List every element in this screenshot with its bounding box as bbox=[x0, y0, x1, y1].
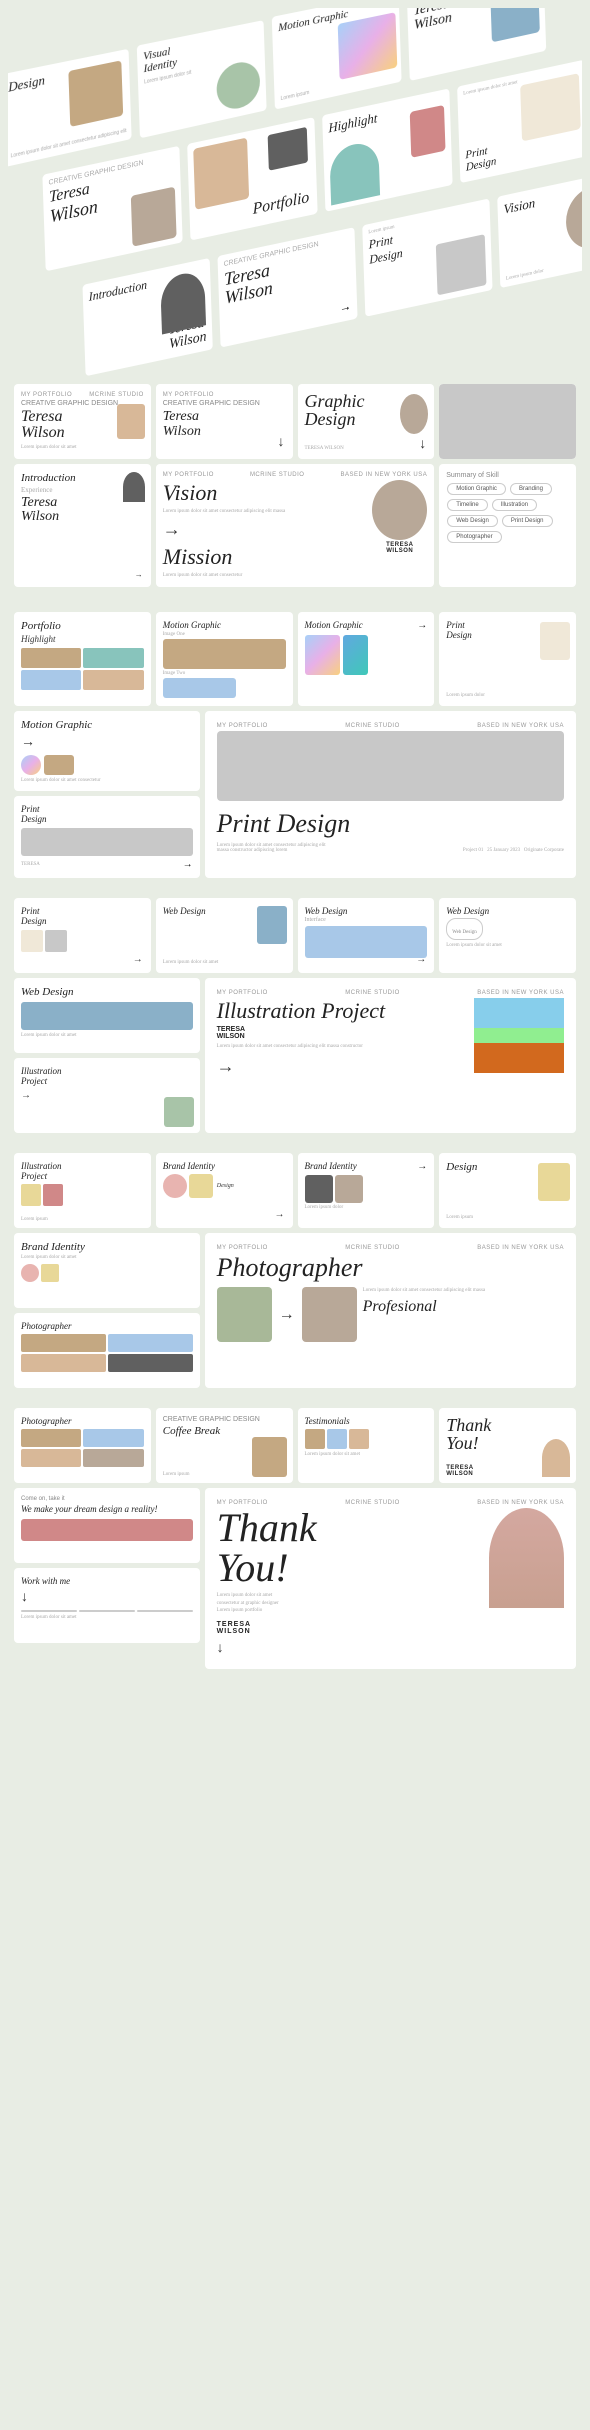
row-teresa-top: My Portfolio McRine Studio CREATIVE GRAP… bbox=[14, 384, 576, 459]
row-thankyou: Come on, take it We make your dream desi… bbox=[14, 1488, 576, 1669]
photographer-img2 bbox=[302, 1287, 357, 1342]
section-5: Photographer CREATIVE GRAPHIC DESIGN Cof… bbox=[8, 1402, 582, 1675]
section-4: IllustrationProject Lorem ipsum Brand Id… bbox=[8, 1147, 582, 1394]
slide-design-sm: Design Lorem ipsum bbox=[439, 1153, 576, 1228]
iso-motion-img bbox=[338, 12, 398, 80]
gd-photo bbox=[400, 394, 428, 434]
slide-motion-large-left: Motion Graphic → Lorem ipsum dolor sit a… bbox=[14, 711, 200, 791]
slide-web-design-2: Web Design Interface → bbox=[298, 898, 435, 973]
row-photographer: Brand Identity Lorem ipsum dolor sit ame… bbox=[14, 1233, 576, 1388]
iso-card-print2: Lorem ipsum PrintDesign bbox=[362, 198, 492, 316]
slide-brand-identity-1: Brand Identity → Design bbox=[156, 1153, 293, 1228]
section-2: Portfolio Highlight Motion Graphic Image… bbox=[8, 606, 582, 884]
slide-thankyou-sm: ThankYou! TERESAWILSON bbox=[439, 1408, 576, 1483]
slide-vision-large: My Portfolio McRine Studio Based in New … bbox=[156, 464, 435, 587]
slide-photo-gray bbox=[439, 384, 576, 459]
iso-section: Design Lorem ipsum dolor sit amet consec… bbox=[8, 8, 582, 378]
slide-motion-sm: Motion Graphic Image One Image Two bbox=[156, 612, 293, 706]
row-motion-print: Portfolio Highlight Motion Graphic Image… bbox=[14, 612, 576, 706]
motion-grad-img bbox=[305, 635, 340, 675]
slide-print-design-large: My Portfolio McRine Studio Based in New … bbox=[205, 711, 576, 878]
iso-teresa2-img bbox=[131, 187, 177, 247]
print-large-img bbox=[217, 731, 564, 801]
slide-web-design-3: Web Design Web Design Lorem ipsum dolor … bbox=[439, 898, 576, 973]
slide-illustration-left: IllustrationProject → bbox=[14, 1058, 200, 1133]
photographer-img1 bbox=[217, 1287, 272, 1342]
coffee-photo bbox=[252, 1437, 287, 1477]
slide-creative-gd: My Portfolio CREATIVE GRAPHIC DESIGN Ter… bbox=[156, 384, 293, 459]
row-photographer-thankyou: Photographer CREATIVE GRAPHIC DESIGN Cof… bbox=[14, 1408, 576, 1483]
row-web-design: PrintDesign → Web Design Lorem ipsum dol… bbox=[14, 898, 576, 973]
slide-thankyou-large: My Portfolio McRine Studio Based in New … bbox=[205, 1488, 576, 1669]
iso-print2-img bbox=[436, 234, 487, 295]
print-sm-img bbox=[540, 622, 570, 660]
web-left-img bbox=[21, 1002, 193, 1030]
slide-introduction: Introduction Experience TeresaWilson → bbox=[14, 464, 151, 587]
section-1: My Portfolio McRine Studio CREATIVE GRAP… bbox=[8, 378, 582, 598]
slide-motion-gradient: Motion Graphic → bbox=[298, 612, 435, 706]
iso-card-motion: Motion Graphic Lorem ipsum bbox=[272, 8, 402, 110]
iso-card-visual-identity: Visual Identity Lorem ipsum dolor sit bbox=[137, 20, 267, 138]
web-design-phone bbox=[257, 906, 287, 944]
gray-photo bbox=[439, 384, 576, 459]
row-motion-print-large: Motion Graphic → Lorem ipsum dolor sit a… bbox=[14, 711, 576, 878]
motion-grad-img2 bbox=[343, 635, 368, 675]
motion-sm-img bbox=[163, 639, 286, 669]
slide-skill-summary: Summary of Skill Motion Graphic Branding… bbox=[439, 464, 576, 587]
slide-illustration-large: My Portfolio McRine Studio Based in New … bbox=[205, 978, 576, 1133]
slide-photographer-left: Photographer bbox=[14, 1313, 200, 1388]
iso-print-img bbox=[520, 73, 581, 141]
slide-print-sm-2: PrintDesign → bbox=[14, 898, 151, 973]
slide-web-design-1: Web Design Lorem ipsum dolor sit amet bbox=[156, 898, 293, 973]
row-vision-mission: Introduction Experience TeresaWilson → M… bbox=[14, 464, 576, 587]
illustration-photo bbox=[474, 998, 564, 1073]
slide-teresa-intro: My Portfolio McRine Studio CREATIVE GRAP… bbox=[14, 384, 151, 459]
slide-photographer-sm: Photographer bbox=[14, 1408, 151, 1483]
interface-img bbox=[305, 926, 428, 958]
iso-card-print: Lorem ipsum dolor sit amet PrintDesign bbox=[457, 60, 582, 183]
slide-coffee-break: CREATIVE GRAPHIC DESIGN Coffee Break Lor… bbox=[156, 1408, 293, 1483]
iso-highlight-img bbox=[329, 139, 380, 205]
iso-card-highlight: Highlight bbox=[322, 88, 453, 211]
iso-card-portfolio: Portfolio bbox=[187, 117, 318, 240]
slide-graphic-design: GraphicDesign TERESA WILSON ↓ bbox=[298, 384, 435, 459]
slide-testimonials: Testimonials Lorem ipsum dolor sit amet bbox=[298, 1408, 435, 1483]
iso-highlight-img2 bbox=[410, 105, 446, 158]
slide-portfolio-highlight: Portfolio Highlight bbox=[14, 612, 151, 706]
slide-web-design-left: Web Design Lorem ipsum dolor sit amet bbox=[14, 978, 200, 1053]
iso-card-vision: Vision Lorem ipsum dolor bbox=[497, 170, 582, 288]
row-illustration: Web Design Lorem ipsum dolor sit amet Il… bbox=[14, 978, 576, 1133]
iso-teresa-img bbox=[490, 8, 540, 42]
iso-portfolio-img bbox=[193, 138, 249, 210]
thankyou-portrait bbox=[489, 1508, 564, 1608]
motion-sm-img2 bbox=[163, 678, 237, 698]
slide-photographer-large: My Portfolio McRine Studio Based in New … bbox=[205, 1233, 576, 1388]
slide-brand-identity-2: Brand Identity → Lorem ipsum dolor bbox=[298, 1153, 435, 1228]
iso-card-teresa: We make your design a reality TeresaWils… bbox=[407, 8, 547, 81]
slide-dream: Come on, take it We make your dream desi… bbox=[14, 1488, 200, 1563]
iso-card-teresa2: CREATIVE GRAPHIC DESIGN TeresaWilson bbox=[42, 146, 182, 272]
slide-header-1: My Portfolio McRine Studio bbox=[21, 392, 144, 398]
intro-photo bbox=[123, 472, 145, 502]
slide-illustration-sm: IllustrationProject Lorem ipsum bbox=[14, 1153, 151, 1228]
design-photo bbox=[538, 1163, 570, 1201]
teresa-intro-photo bbox=[117, 404, 145, 439]
slide-print-design-sm: PrintDesign Lorem ipsum dolor bbox=[439, 612, 576, 706]
iso-card-intro: Introduction TeresaWilson bbox=[82, 258, 212, 376]
iso-design-img bbox=[68, 60, 123, 127]
slide-work-with-me: Work with me ↓ Lorem ipsum dolor sit ame… bbox=[14, 1568, 200, 1643]
iso-card-design: Design Lorem ipsum dolor sit amet consec… bbox=[8, 49, 132, 167]
iso-portfolio-img2 bbox=[268, 127, 308, 171]
slide-brand-left: Brand Identity Lorem ipsum dolor sit ame… bbox=[14, 1233, 200, 1308]
main-container: Design Lorem ipsum dolor sit amet consec… bbox=[0, 0, 590, 1691]
row-brand-identity: IllustrationProject Lorem ipsum Brand Id… bbox=[14, 1153, 576, 1228]
iso-card-teresa3: CREATIVE GRAPHIC DESIGN TeresaWilson → bbox=[217, 227, 357, 347]
section-3: PrintDesign → Web Design Lorem ipsum dol… bbox=[8, 892, 582, 1139]
slide-print-left: PrintDesign TERESA → bbox=[14, 796, 200, 878]
dream-img bbox=[21, 1519, 193, 1541]
vision-portrait bbox=[372, 480, 427, 540]
